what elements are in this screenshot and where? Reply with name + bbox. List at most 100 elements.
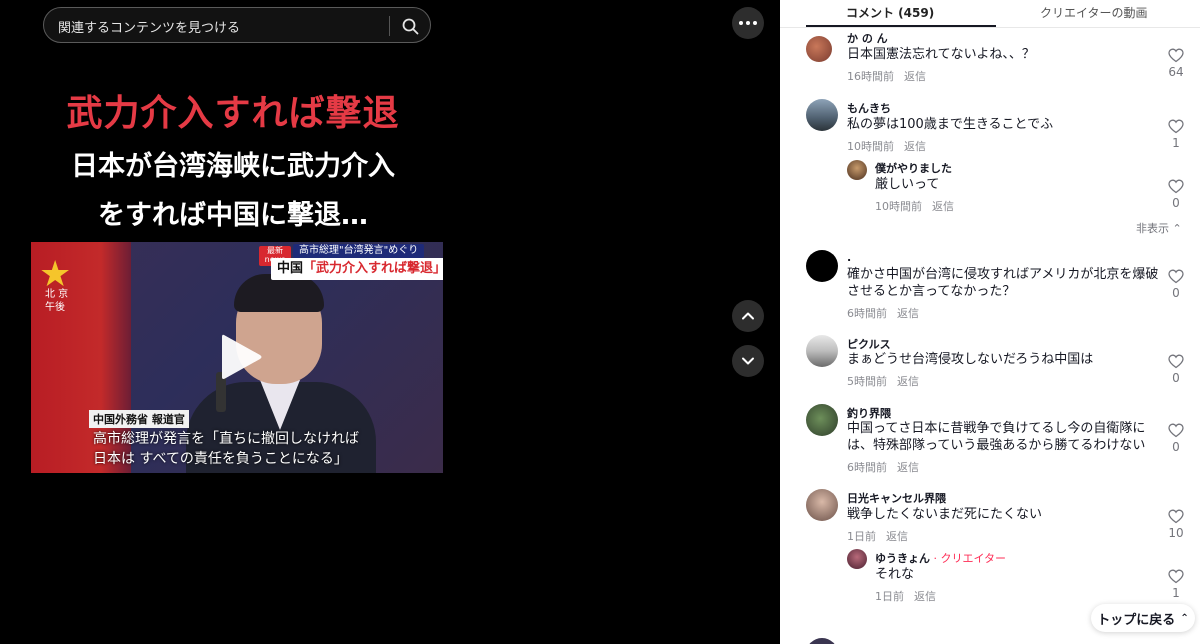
news-prefix: 中国 <box>277 261 304 276</box>
reply-button[interactable]: 返信 <box>897 461 919 474</box>
avatar[interactable] <box>806 404 838 436</box>
reply-button[interactable]: 返信 <box>897 307 919 320</box>
like-button[interactable]: 0 <box>1165 423 1187 454</box>
comment-text-line-2: させるとか言ってなかった？ <box>847 284 1016 299</box>
avatar[interactable] <box>847 549 867 569</box>
comment-time: 6時間前 <box>847 307 887 320</box>
dot-icon <box>739 21 743 25</box>
comment-time: 1日前 <box>847 530 876 543</box>
reply-username: ゆうきょん <box>875 552 930 565</box>
comment-meta: 16時間前 返信 <box>847 68 926 84</box>
lower-third-line-2: 日本は すべての責任を負うことになる」 <box>93 451 348 467</box>
comment-meta: 10時間前 返信 <box>875 198 954 214</box>
tab-creator-videos[interactable]: クリエイターの動画 <box>1040 4 1148 21</box>
location-time: 午後 <box>45 302 65 313</box>
creator-badge: · クリエイター <box>930 552 1007 565</box>
comment-username[interactable]: ゆうきょん · クリエイター <box>875 550 1006 566</box>
like-button[interactable]: 0 <box>1165 354 1187 385</box>
comment-meta: 1日前 返信 <box>875 588 936 604</box>
lower-third-title: 中国外務省 報道官 <box>89 410 189 428</box>
like-count: 1 <box>1172 136 1180 150</box>
search-input[interactable]: 関連するコンテンツを見つける <box>58 17 240 36</box>
comment-username[interactable]: . <box>847 251 851 264</box>
like-button[interactable]: 0 <box>1165 269 1187 300</box>
panel-tabs: コメント (459) クリエイターの動画 <box>780 0 1200 28</box>
previous-video-button[interactable] <box>732 300 764 332</box>
avatar[interactable] <box>806 250 838 282</box>
more-options-button[interactable] <box>732 7 764 39</box>
like-button[interactable]: 0 <box>1165 179 1187 210</box>
reply-button[interactable]: 返信 <box>914 590 936 603</box>
heart-icon <box>1168 179 1184 194</box>
avatar[interactable] <box>806 36 832 62</box>
comment-text: 私の夢は100歳まで生きることでふ <box>847 117 1054 132</box>
like-button[interactable]: 1 <box>1165 569 1187 600</box>
active-tab-indicator <box>806 25 996 27</box>
like-count: 0 <box>1172 196 1180 210</box>
like-button[interactable]: 10 <box>1165 509 1187 540</box>
reply-button[interactable]: 返信 <box>932 200 954 213</box>
comment-text: 戦争したくないまだ死にたくない <box>847 507 1043 522</box>
tab-comments[interactable]: コメント (459) <box>846 4 934 21</box>
comment-time: 5時間前 <box>847 375 887 388</box>
like-count: 10 <box>1168 526 1184 540</box>
comment-time: 16時間前 <box>847 70 894 83</box>
comment-time: 6時間前 <box>847 461 887 474</box>
play-icon[interactable] <box>218 331 264 383</box>
like-count: 0 <box>1172 440 1180 454</box>
video-player[interactable]: 関連するコンテンツを見つける 武力介入すれば撃退 日本が台湾海峡に武力介入 をす… <box>0 0 780 644</box>
comment-time: 10時間前 <box>847 140 894 153</box>
next-video-button[interactable] <box>732 345 764 377</box>
avatar[interactable] <box>806 638 838 644</box>
avatar[interactable] <box>806 99 838 131</box>
heart-icon <box>1168 569 1184 584</box>
lower-third-line-1: 高市総理が発言を「直ちに撤回しなければ <box>93 431 359 447</box>
search-bar[interactable]: 関連するコンテンツを見つける <box>43 7 431 43</box>
like-button[interactable]: 64 <box>1165 48 1187 79</box>
like-count: 1 <box>1172 586 1180 600</box>
heart-icon <box>1168 48 1184 63</box>
heart-icon <box>1168 119 1184 134</box>
avatar[interactable] <box>806 489 838 521</box>
comment-username[interactable]: 日光キャンセル界隈 <box>847 490 946 506</box>
chevron-down-icon <box>742 357 754 365</box>
like-count: 64 <box>1168 65 1184 79</box>
comment-username[interactable]: もんきち <box>847 100 891 116</box>
comments-panel: コメント (459) クリエイターの動画 か の ん 日本国憲法忘れてないよね、… <box>780 0 1200 644</box>
avatar[interactable] <box>806 335 838 367</box>
video-caption-line-1: 日本が台湾海峡に武力介入 <box>71 151 395 182</box>
like-button[interactable]: 1 <box>1165 119 1187 150</box>
heart-icon <box>1168 354 1184 369</box>
heart-icon <box>1168 269 1184 284</box>
hide-replies-button[interactable]: 非表示 ⌃ <box>1136 220 1182 236</box>
comment-meta: 6時間前 返信 <box>847 305 919 321</box>
chevron-up-icon: ⌃ <box>1180 612 1189 624</box>
comment-text: 厳しいって <box>875 177 940 192</box>
reply-button[interactable]: 返信 <box>897 375 919 388</box>
news-ticker-top: 高市総理"台湾発言"めぐり <box>293 244 425 258</box>
back-to-top-button[interactable]: トップに戻る ⌃ <box>1091 604 1195 632</box>
comment-meta: 5時間前 返信 <box>847 373 919 389</box>
comment-text: 日本国憲法忘れてないよね、、？ <box>847 47 1035 62</box>
comment-meta: 1日前 返信 <box>847 528 908 544</box>
news-quote: 「武力介入すれば撃退」 <box>303 261 443 276</box>
like-count: 0 <box>1172 371 1180 385</box>
heart-icon <box>1168 509 1184 524</box>
news-ticker-main: 中国「武力介入すれば撃退」 <box>271 258 443 280</box>
dot-icon <box>746 21 750 25</box>
video-caption-line-2: をすれば中国に撃退… <box>98 200 368 231</box>
chevron-up-icon <box>742 312 754 320</box>
comment-time: 10時間前 <box>875 200 922 213</box>
reply-button[interactable]: 返信 <box>886 530 908 543</box>
reply-button[interactable]: 返信 <box>904 140 926 153</box>
comment-meta: 10時間前 返信 <box>847 138 926 154</box>
comment-username[interactable]: か の ん <box>847 30 888 46</box>
search-icon[interactable] <box>398 14 422 38</box>
avatar[interactable] <box>847 160 867 180</box>
location-label: 北 京 午後 <box>45 288 68 314</box>
reply-button[interactable]: 返信 <box>904 70 926 83</box>
comment-username[interactable]: 僕がやりました <box>875 160 952 176</box>
heart-icon <box>1168 423 1184 438</box>
comment-text-line-2: は、特殊部隊っていう最強あるから勝てるわけない <box>847 438 1146 453</box>
dot-icon <box>753 21 757 25</box>
